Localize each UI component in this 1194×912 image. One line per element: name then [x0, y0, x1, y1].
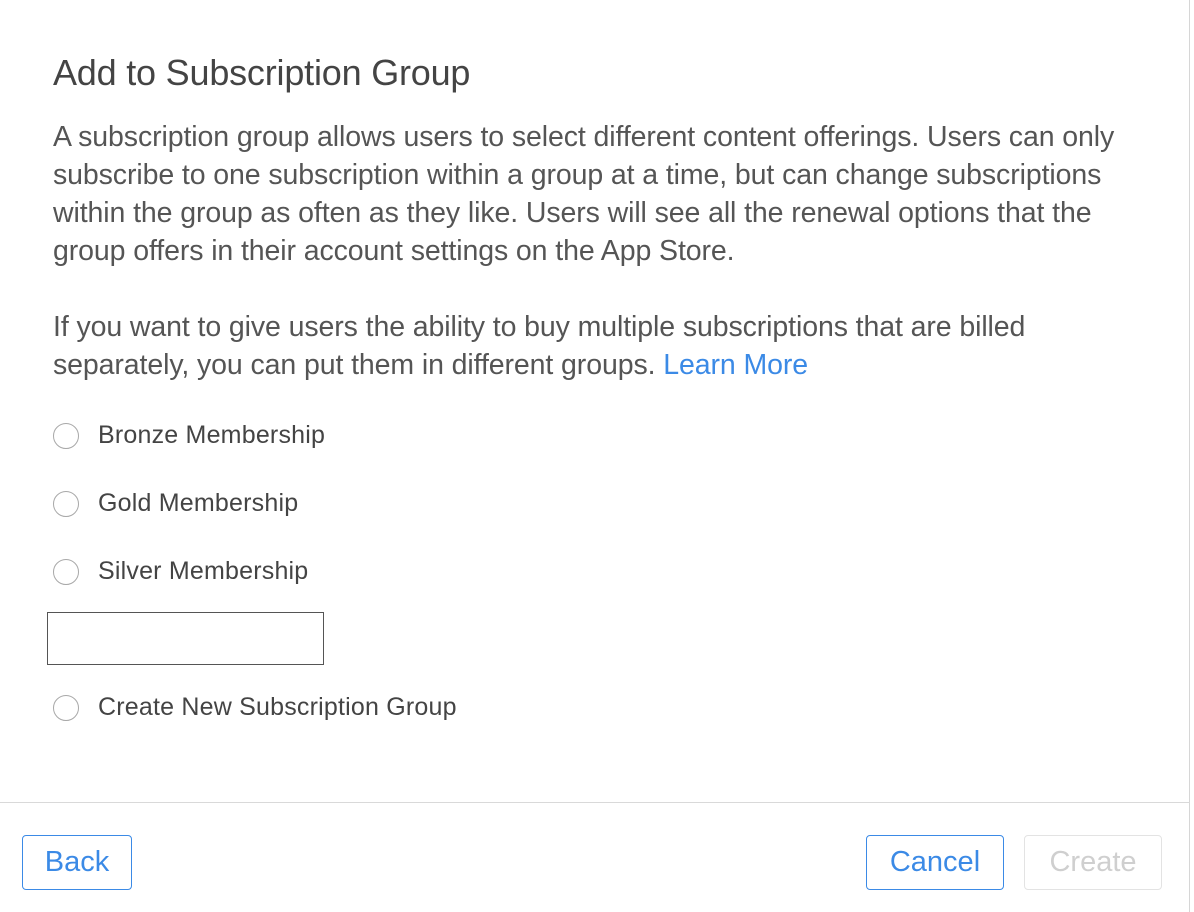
radio-button-silver[interactable] [53, 558, 79, 585]
create-button[interactable]: Create [1024, 835, 1162, 890]
radio-option-gold-membership[interactable]: Gold Membership [53, 489, 298, 518]
description-paragraph-2: If you want to give users the ability to… [53, 308, 1143, 384]
add-to-subscription-group-dialog: Add to Subscription Group A subscription… [0, 0, 1190, 912]
radio-button-bronze[interactable] [53, 422, 79, 449]
radio-option-create-new-group[interactable]: Create New Subscription Group [53, 693, 457, 722]
learn-more-link[interactable]: Learn More [663, 349, 808, 381]
radio-label-create-new: Create New Subscription Group [98, 693, 457, 721]
footer-divider [0, 802, 1190, 803]
dialog-title: Add to Subscription Group [53, 52, 471, 93]
radio-button-create-new[interactable] [53, 694, 79, 721]
dialog-content: Add to Subscription Group A subscription… [53, 52, 1143, 384]
description-paragraph-2-text: If you want to give users the ability to… [53, 311, 1026, 381]
radio-button-gold[interactable] [53, 490, 79, 517]
cancel-button[interactable]: Cancel [866, 835, 1004, 890]
radio-option-bronze-membership[interactable]: Bronze Membership [53, 421, 325, 450]
back-button[interactable]: Back [22, 835, 132, 890]
radio-label-bronze: Bronze Membership [98, 421, 326, 449]
radio-label-silver: Silver Membership [98, 557, 309, 585]
radio-label-gold: Gold Membership [98, 489, 299, 517]
new-group-name-input[interactable] [47, 612, 324, 665]
radio-option-silver-membership[interactable]: Silver Membership [53, 557, 308, 586]
description-paragraph-1: A subscription group allows users to sel… [53, 121, 1115, 267]
